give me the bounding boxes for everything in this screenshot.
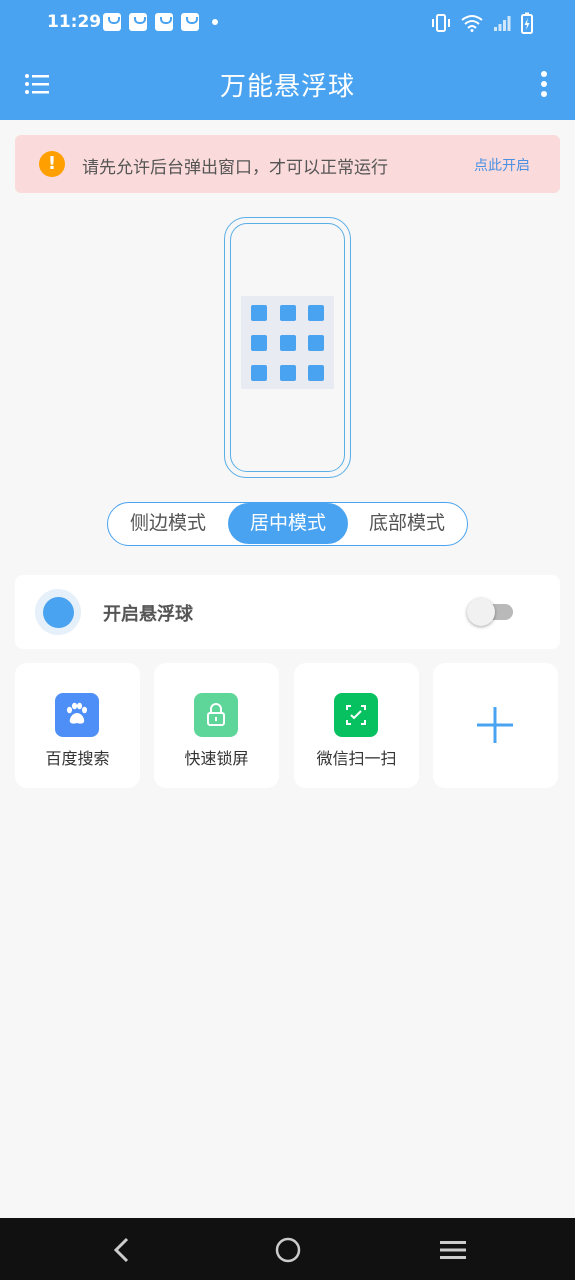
float-ball-label: 开启悬浮球 <box>103 604 193 625</box>
plus-icon <box>477 707 513 743</box>
add-shortcut-button[interactable] <box>433 663 558 788</box>
alert-message: 请先允许后台弹出窗口，才可以正常运行 <box>82 158 388 178</box>
grid-dot <box>251 305 267 321</box>
grid-dot <box>308 305 324 321</box>
app-bar: 万能悬浮球 <box>0 48 575 120</box>
float-ball-switch[interactable] <box>467 597 513 627</box>
system-nav-bar <box>0 1218 575 1280</box>
vibrate-icon <box>432 14 450 32</box>
shortcut-label: 微信扫一扫 <box>316 749 397 768</box>
shopping-bag-icon <box>181 13 199 31</box>
float-ball-dot <box>43 597 74 628</box>
mode-center[interactable]: 居中模式 <box>228 503 348 544</box>
grid-dot <box>280 365 296 381</box>
baidu-paw-icon <box>55 693 99 737</box>
app-grid-preview <box>241 296 334 389</box>
grid-dot <box>251 365 267 381</box>
back-icon[interactable] <box>107 1235 137 1265</box>
page-title: 万能悬浮球 <box>219 72 355 102</box>
shopping-bag-icon <box>155 13 173 31</box>
switch-knob <box>467 598 495 626</box>
status-time: 11:29 <box>47 12 102 32</box>
home-icon[interactable] <box>273 1235 303 1265</box>
grid-dot <box>280 305 296 321</box>
notification-dot-icon <box>212 19 218 25</box>
more-vertical-icon[interactable] <box>539 70 549 98</box>
grid-dot <box>251 335 267 351</box>
mode-bottom[interactable]: 底部模式 <box>347 503 467 544</box>
mode-selector: 侧边模式 居中模式 底部模式 <box>107 502 468 546</box>
system-icons <box>431 12 533 34</box>
scan-icon <box>334 693 378 737</box>
float-ball-card: 开启悬浮球 <box>15 575 560 649</box>
wifi-icon <box>461 15 483 32</box>
mode-side[interactable]: 侧边模式 <box>108 503 228 544</box>
shortcut-label: 快速锁屏 <box>184 749 249 768</box>
lock-icon <box>194 693 238 737</box>
grid-dot <box>280 335 296 351</box>
shortcut-label: 百度搜索 <box>45 749 110 768</box>
shortcut-quick-lock[interactable]: 快速锁屏 <box>154 663 279 788</box>
warning-icon: ! <box>39 151 65 177</box>
shopping-bag-icon <box>129 13 147 31</box>
permission-alert: ! 请先允许后台弹出窗口，才可以正常运行 点此开启 <box>15 135 560 193</box>
enable-link[interactable]: 点此开启 <box>474 155 530 175</box>
signal-icon <box>494 16 511 31</box>
shortcut-baidu-search[interactable]: 百度搜索 <box>15 663 140 788</box>
status-bar: 11:29 <box>0 0 575 48</box>
grid-dot <box>308 335 324 351</box>
grid-dot <box>308 365 324 381</box>
shortcut-wechat-scan[interactable]: 微信扫一扫 <box>294 663 419 788</box>
recents-menu-icon[interactable] <box>438 1235 468 1265</box>
shopping-bag-icon <box>103 13 121 31</box>
battery-charging-icon <box>521 12 533 34</box>
